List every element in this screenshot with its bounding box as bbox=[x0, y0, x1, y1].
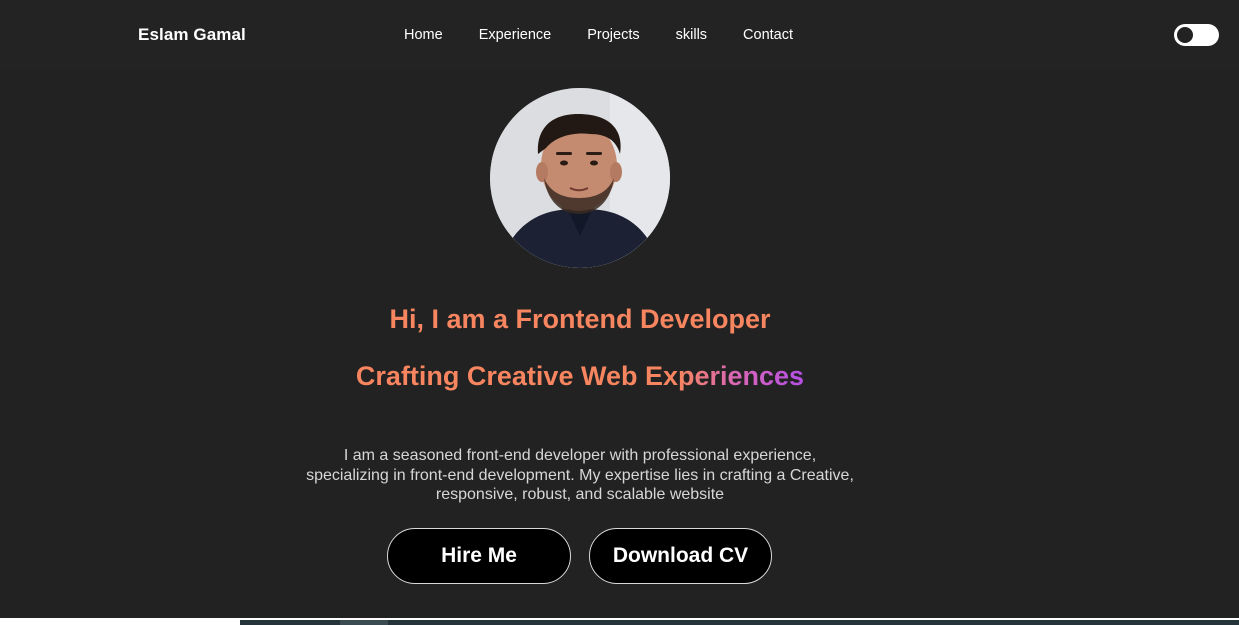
hero-headline-primary: Hi, I am a Frontend Developer bbox=[389, 304, 771, 334]
brand-name[interactable]: Eslam Gamal bbox=[138, 25, 246, 45]
hero-headline-secondary: Crafting Creative Web Experiences bbox=[0, 361, 1160, 392]
portfolio-page: Eslam Gamal Home Experience Projects ski… bbox=[0, 0, 1239, 625]
nav-home[interactable]: Home bbox=[404, 27, 443, 43]
bottom-scroll-track[interactable] bbox=[240, 620, 1239, 625]
toggle-knob-icon bbox=[1177, 27, 1193, 43]
bottom-scroll-thumb[interactable] bbox=[340, 620, 388, 625]
intro-line: I am a seasoned front-end developer with… bbox=[343, 447, 817, 464]
theme-toggle[interactable] bbox=[1174, 24, 1219, 46]
intro-line: responsive, robust, and scalable website bbox=[435, 486, 725, 503]
avatar-profile-photo bbox=[490, 88, 670, 268]
hero-intro-paragraph: I am a seasoned front-end developer with… bbox=[280, 446, 880, 505]
download-cv-button[interactable]: Download CV bbox=[589, 528, 772, 584]
gradient-headline-text: Crafting Creative Web Experiences bbox=[355, 361, 805, 391]
hire-me-button[interactable]: Hire Me bbox=[387, 528, 571, 584]
avatar-illustration bbox=[490, 88, 670, 268]
primary-nav: Home Experience Projects skills Contact bbox=[404, 27, 793, 43]
nav-contact[interactable]: Contact bbox=[743, 27, 793, 43]
top-navbar: Eslam Gamal Home Experience Projects ski… bbox=[0, 0, 1239, 70]
nav-experience[interactable]: Experience bbox=[479, 27, 552, 43]
nav-projects[interactable]: Projects bbox=[587, 27, 639, 43]
intro-line: specializing in front-end development. M… bbox=[306, 466, 854, 484]
nav-skills[interactable]: skills bbox=[676, 27, 707, 43]
